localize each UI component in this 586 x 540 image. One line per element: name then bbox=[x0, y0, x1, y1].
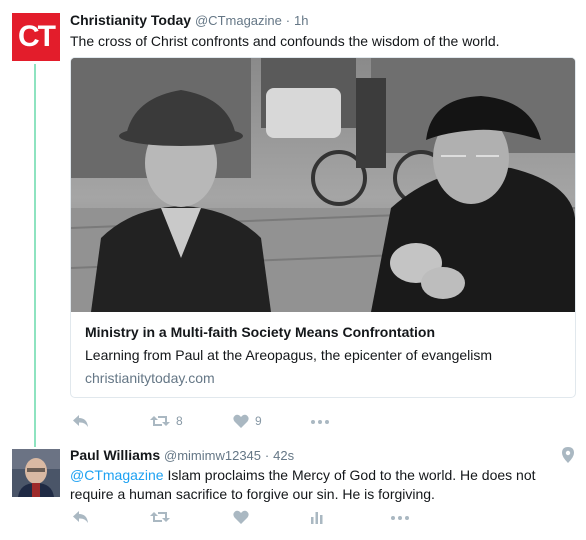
tweet2-timestamp[interactable]: 42s bbox=[273, 448, 294, 463]
tweet2-like-button[interactable] bbox=[233, 510, 249, 524]
tweet2-header: Paul Williams @mimimw12345 · 42s bbox=[70, 447, 294, 463]
link-preview-card[interactable]: Ministry in a Multi-faith Society Means … bbox=[70, 57, 576, 398]
tweet1-header: Christianity Today @CTmagazine · 1h bbox=[70, 12, 308, 28]
avatar-logo-text: CT bbox=[18, 20, 56, 53]
retweet-icon bbox=[150, 416, 170, 426]
tweet2-text: @CTmagazine Islam proclaims the Mercy of… bbox=[70, 466, 570, 504]
card-description: Learning from Paul at the Areopagus, the… bbox=[85, 347, 493, 363]
tweet1-author-handle[interactable]: @CTmagazine bbox=[195, 13, 282, 28]
tweet1-retweet-button[interactable]: 8 bbox=[150, 414, 183, 428]
tweet1-reply-button[interactable] bbox=[72, 414, 89, 428]
card-photo bbox=[71, 58, 575, 312]
tweet1-timestamp[interactable]: 1h bbox=[294, 13, 308, 28]
tweet2-author-handle[interactable]: @mimimw12345 bbox=[164, 448, 261, 463]
reply-icon bbox=[73, 511, 88, 523]
tweet2-separator: · bbox=[264, 448, 270, 463]
card-domain: christianitytoday.com bbox=[85, 370, 215, 386]
tweet2-reply-button[interactable] bbox=[72, 510, 89, 524]
tweet2-more-button[interactable] bbox=[390, 510, 410, 524]
thread-connector-line bbox=[34, 64, 36, 447]
tweet2-text-line2: require a human sacrifice to forgive our… bbox=[70, 486, 435, 502]
tweet1-text: The cross of Christ confronts and confou… bbox=[70, 33, 500, 49]
location-pin-icon[interactable] bbox=[562, 447, 574, 463]
tweet1-like-count: 9 bbox=[255, 414, 262, 428]
tweet2-retweet-button[interactable] bbox=[150, 510, 170, 524]
tweet1-separator: · bbox=[285, 13, 291, 28]
heart-icon bbox=[233, 414, 249, 428]
retweet-icon bbox=[150, 512, 170, 522]
tweet1-like-button[interactable]: 9 bbox=[233, 414, 262, 428]
more-icon bbox=[311, 420, 329, 424]
tweet2-mention-link[interactable]: @CTmagazine bbox=[70, 467, 164, 483]
tweet1-author-name[interactable]: Christianity Today bbox=[70, 12, 191, 28]
heart-icon bbox=[233, 510, 249, 524]
tweet1-retweet-count: 8 bbox=[176, 414, 183, 428]
tweet1-more-button[interactable] bbox=[310, 414, 330, 428]
tweet2-author-name[interactable]: Paul Williams bbox=[70, 447, 160, 463]
more-icon bbox=[391, 516, 409, 520]
tweet2-analytics-button[interactable] bbox=[310, 510, 324, 524]
christianity-today-avatar[interactable]: CT bbox=[12, 13, 60, 61]
tweet2-text-line1: Islam proclaims the Mercy of God to the … bbox=[163, 467, 536, 483]
card-title[interactable]: Ministry in a Multi-faith Society Means … bbox=[85, 324, 435, 340]
reply-icon bbox=[73, 415, 88, 427]
paul-williams-avatar[interactable] bbox=[12, 449, 60, 497]
analytics-icon bbox=[311, 512, 323, 524]
